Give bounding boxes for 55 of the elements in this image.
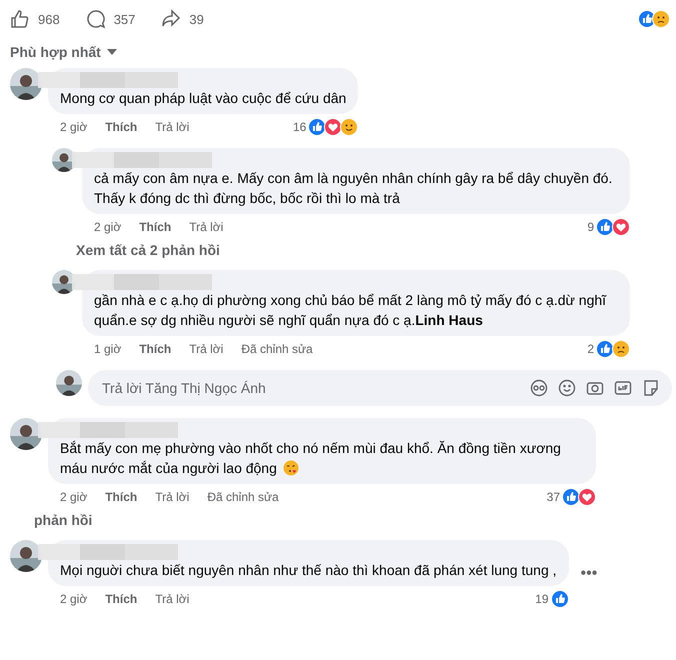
share-count: 39 <box>189 12 204 26</box>
reaction-count[interactable]: 19 <box>535 592 549 606</box>
reply-input-field[interactable]: Trả lời Tăng Thị Ngọc Ánh <box>100 379 520 397</box>
comment-count: 357 <box>114 12 136 26</box>
avatar-sticker-icon[interactable] <box>530 379 548 397</box>
reply-field[interactable]: Trả lời Tăng Thị Ngọc Ánh <box>88 370 672 406</box>
like-reaction-icon <box>308 118 326 136</box>
reaction-count[interactable]: 37 <box>546 490 560 504</box>
reply-link[interactable]: Trả lời <box>155 120 190 134</box>
share-arrow-icon[interactable] <box>161 9 182 29</box>
like-reaction-icon <box>550 590 569 608</box>
emoji-reaction-icon <box>612 340 630 358</box>
comment-icon[interactable] <box>86 9 106 29</box>
reaction-count[interactable]: 9 <box>587 220 594 234</box>
like-link[interactable]: Thích <box>139 342 172 356</box>
comment-text: Mọi nguời chưa biết nguyên nhân như thế nào thì khoan đã phán xét lung tung , <box>60 561 557 580</box>
reply-link[interactable]: Trả lời <box>155 592 190 606</box>
comment-text: cả mấy con âm nựa e. Mấy con âm là nguyên nhân chính gây ra bể dây chuyền đó. Thấy k đóng dc thì đừng bốc, bốc rồi thì lo mà trả <box>94 169 614 208</box>
comment-time[interactable]: 2 giờ <box>94 220 122 234</box>
smiley-icon[interactable] <box>558 379 576 397</box>
gif-icon[interactable] <box>614 379 632 397</box>
more-options-button[interactable]: ••• <box>580 565 598 583</box>
comment-text: Bắt mấy con mẹ phường vào nhốt cho nó nếm mùi đau khổ. Ăn đồng tiền xương máu nước mắt của người lao động <box>60 439 562 478</box>
comment-time[interactable]: 2 giờ <box>60 592 88 606</box>
emoji-reaction-icon <box>340 118 358 136</box>
like-link[interactable]: Thích <box>139 220 172 234</box>
emoji-reaction-icon <box>652 10 670 28</box>
like-link[interactable]: Thích <box>105 592 138 606</box>
comment-text: gần nhà e c ạ.họ di phường xong chủ báo bể mất 2 làng mô tỷ mấy đó c ạ.dừ nghĩ quẩn.e sợ dg nhiều người sẽ nghĩ quẩn nựa đó c ạ.Linh Haus <box>94 291 608 330</box>
like-reaction-icon <box>596 340 614 358</box>
like-count: 968 <box>38 12 60 26</box>
reply-link[interactable]: Trả lời <box>155 490 190 504</box>
sticker-icon[interactable] <box>642 379 660 397</box>
sort-dropdown[interactable]: Phù hợp nhất <box>10 44 101 60</box>
heart-reaction-icon <box>578 488 596 506</box>
reply-link[interactable]: Trả lời <box>189 220 224 234</box>
caret-icon[interactable] <box>106 49 117 55</box>
like-link[interactable]: Thích <box>105 490 138 504</box>
edited-label: Đã chỉnh sửa <box>241 342 313 356</box>
view-replies-link[interactable]: phản hồi <box>34 512 92 528</box>
like-link[interactable]: Thích <box>105 120 138 134</box>
heart-reaction-icon <box>612 218 630 236</box>
edited-label: Đã chỉnh sửa <box>207 490 279 504</box>
comment-time[interactable]: 1 giờ <box>94 342 122 356</box>
like-reaction-icon <box>596 218 614 236</box>
comment-time[interactable]: 2 giờ <box>60 490 88 504</box>
comment-time[interactable]: 2 giờ <box>60 120 88 134</box>
thumbs-up-icon[interactable] <box>10 9 30 29</box>
like-reaction-icon <box>562 488 580 506</box>
comment-text: Mong cơ quan pháp luật vào cuộc để cứu dân <box>60 89 346 108</box>
reply-link[interactable]: Trả lời <box>189 342 224 356</box>
heart-reaction-icon <box>324 118 342 136</box>
reaction-count[interactable]: 2 <box>587 342 594 356</box>
reaction-count[interactable]: 16 <box>292 120 306 134</box>
view-replies-link[interactable]: Xem tất cả 2 phản hồi <box>76 242 220 258</box>
